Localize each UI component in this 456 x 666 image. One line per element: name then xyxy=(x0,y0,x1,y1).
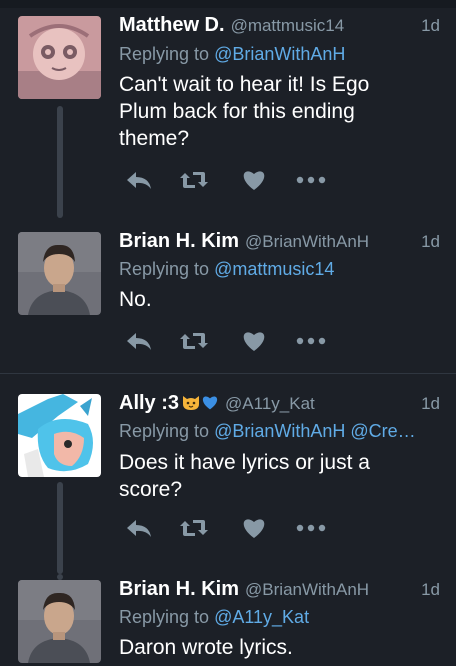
tweet-4[interactable]: Brian H. Kim @BrianWithAnH 1d Replying to… xyxy=(0,574,456,666)
replying-to-line: Replying to @A11y_Kat xyxy=(119,607,446,628)
more-button[interactable] xyxy=(294,513,328,543)
reply-icon xyxy=(127,520,151,537)
tweet-1[interactable]: Matthew D. @mattmusic14 1d Replying to @B… xyxy=(0,0,456,232)
timestamp[interactable]: 1d xyxy=(421,580,440,600)
reply-button[interactable] xyxy=(122,165,156,195)
like-button[interactable] xyxy=(237,513,271,543)
retweet-button[interactable] xyxy=(177,326,211,356)
replying-to-label: Replying to xyxy=(119,607,210,627)
thread-line xyxy=(57,106,63,218)
timestamp[interactable]: 1d xyxy=(421,232,440,252)
mention-link[interactable]: @BrianWithAnH xyxy=(214,44,345,64)
replying-to-label: Replying to xyxy=(119,259,210,279)
more-button[interactable] xyxy=(294,326,328,356)
mention-link[interactable]: @A11y_Kat xyxy=(214,607,309,627)
display-name[interactable]: Ally :3 xyxy=(119,392,179,414)
retweet-button[interactable] xyxy=(177,165,211,195)
blue-heart-emoji xyxy=(201,394,219,411)
timestamp[interactable]: 1d xyxy=(421,16,440,36)
retweet-icon xyxy=(180,333,208,349)
timestamp[interactable]: 1d xyxy=(421,394,440,414)
like-button[interactable] xyxy=(237,165,271,195)
tweet-text: No. xyxy=(119,288,152,311)
tweet-header: Brian H. Kim @BrianWithAnH 1d xyxy=(119,578,440,602)
replying-to-line: Replying to @BrianWithAnH @Cre… xyxy=(119,421,446,442)
replying-to-line: Replying to @BrianWithAnH xyxy=(119,44,446,65)
retweet-icon xyxy=(180,520,208,536)
cat-face-emoji xyxy=(182,394,200,411)
like-icon xyxy=(243,519,265,538)
more-button[interactable] xyxy=(294,165,328,195)
more-icon xyxy=(296,524,326,532)
mention-link[interactable]: @BrianWithAnH xyxy=(214,421,345,441)
reply-icon xyxy=(127,333,151,350)
tweet-text: Daron wrote lyrics. xyxy=(119,636,293,659)
like-icon xyxy=(243,171,265,190)
tweet-header: Ally :3 @A11y_Kat 1d xyxy=(119,392,440,416)
avatar[interactable] xyxy=(18,580,101,663)
like-icon xyxy=(243,332,265,351)
avatar[interactable] xyxy=(18,394,101,477)
user-handle[interactable]: @BrianWithAnH xyxy=(245,232,369,251)
display-name[interactable]: Matthew D. xyxy=(119,14,225,36)
tweet-text: Can't wait to hear it! Is Ego Plum back … xyxy=(119,73,370,150)
reply-button[interactable] xyxy=(122,326,156,356)
retweet-button[interactable] xyxy=(177,513,211,543)
replying-to-label: Replying to xyxy=(119,421,210,441)
user-handle[interactable]: @mattmusic14 xyxy=(231,16,345,35)
tweet-header: Brian H. Kim @BrianWithAnH 1d xyxy=(119,230,440,254)
avatar[interactable] xyxy=(18,232,101,315)
tweet-header: Matthew D. @mattmusic14 1d xyxy=(119,14,440,38)
tweet-3[interactable]: Ally :3 @A11y_Kat 1d Replying to @BrianWi… xyxy=(0,374,456,574)
display-name[interactable]: Brian H. Kim xyxy=(119,230,239,252)
more-icon xyxy=(296,176,326,184)
replying-to-label: Replying to xyxy=(119,44,210,64)
tweet-text: Does it have lyrics or just a score? xyxy=(119,451,370,501)
mention-link-2[interactable]: @Cre… xyxy=(350,421,415,441)
tweet-2[interactable]: Brian H. Kim @BrianWithAnH 1d Replying to… xyxy=(0,230,456,372)
reply-icon xyxy=(127,172,151,189)
user-handle[interactable]: @A11y_Kat xyxy=(225,394,315,413)
user-handle[interactable]: @BrianWithAnH xyxy=(245,580,369,599)
avatar[interactable] xyxy=(18,16,101,99)
display-name[interactable]: Brian H. Kim xyxy=(119,578,239,600)
reply-button[interactable] xyxy=(122,513,156,543)
like-button[interactable] xyxy=(237,326,271,356)
replying-to-line: Replying to @mattmusic14 xyxy=(119,259,446,280)
mention-link[interactable]: @mattmusic14 xyxy=(214,259,334,279)
retweet-icon xyxy=(180,172,208,188)
more-icon xyxy=(296,337,326,345)
thread-line xyxy=(57,482,63,574)
